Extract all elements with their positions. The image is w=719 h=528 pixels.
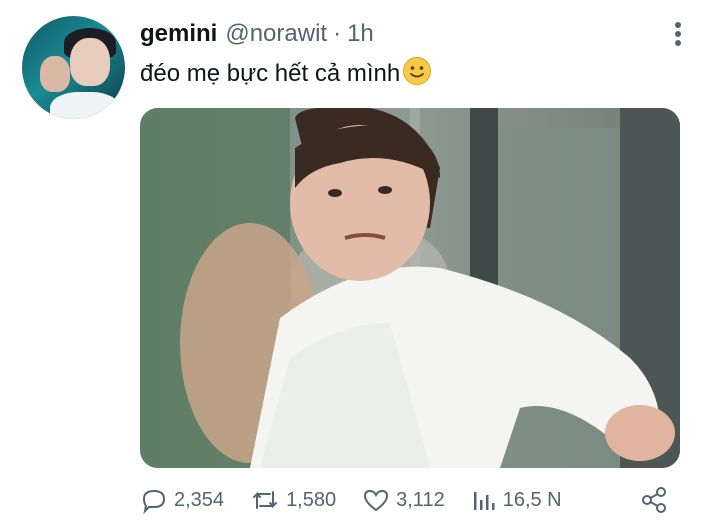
like-button[interactable]: 3,112	[362, 486, 445, 514]
tweet-header: gemini @norawit · 1h	[140, 20, 374, 50]
tweet-timestamp[interactable]: 1h	[347, 20, 374, 48]
retweet-count: 1,580	[286, 488, 337, 511]
header-separator: ·	[333, 20, 342, 47]
avatar-face-left	[40, 56, 70, 92]
tweet-actions: 2,354 1,580 3,112 16,5 N	[140, 486, 588, 514]
reply-count: 2,354	[174, 488, 225, 511]
share-icon[interactable]	[640, 486, 668, 514]
photo-illustration	[140, 108, 680, 468]
reply-icon	[142, 489, 166, 514]
author-handle[interactable]: @norawit	[225, 20, 327, 48]
retweet-icon	[253, 491, 278, 509]
avatar-face-right	[70, 38, 110, 86]
slightly-smiling-face-icon	[402, 56, 432, 93]
views-count: 16,5 N	[502, 488, 562, 511]
heart-icon	[364, 489, 389, 512]
tweet-media-photo[interactable]	[140, 108, 680, 468]
author-display-name[interactable]: gemini	[140, 20, 217, 48]
views-button[interactable]: 16,5 N	[471, 486, 562, 514]
views-chart-icon	[473, 492, 495, 510]
avatar-shirt	[50, 92, 120, 119]
author-avatar[interactable]	[22, 16, 125, 119]
tweet-text: đéo mẹ bực hết cả mình	[140, 56, 432, 93]
retweet-button[interactable]: 1,580	[250, 486, 336, 514]
reply-button[interactable]: 2,354	[140, 486, 224, 514]
like-count: 3,112	[396, 488, 445, 511]
more-options-icon[interactable]	[670, 22, 686, 50]
tweet-body: đéo mẹ bực hết cả mình	[140, 59, 401, 87]
